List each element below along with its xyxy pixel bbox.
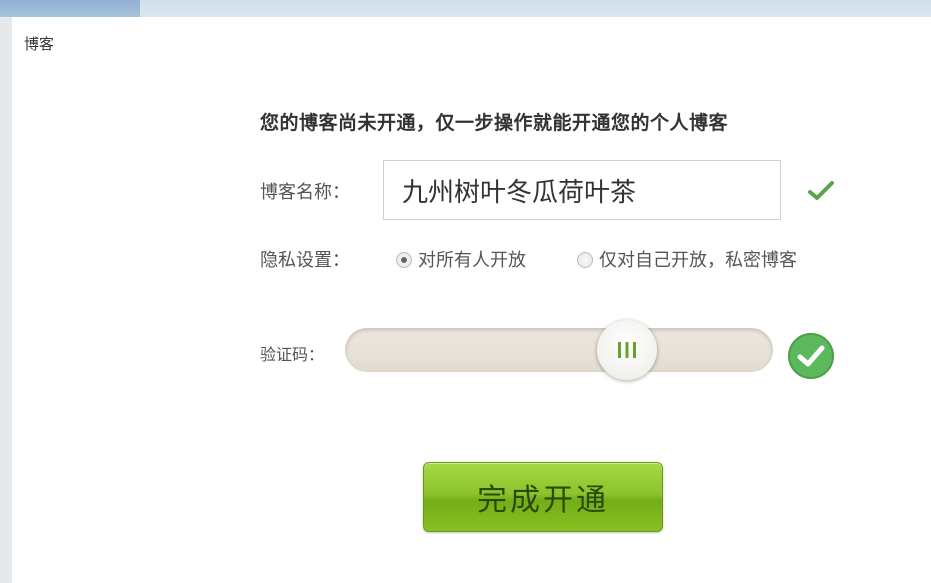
privacy-option-private-label[interactable]: 仅对自己开放，私密博客: [599, 246, 797, 272]
blog-name-input[interactable]: [383, 160, 781, 220]
privacy-radio-private[interactable]: [577, 252, 593, 268]
privacy-option-public-label[interactable]: 对所有人开放: [418, 246, 526, 272]
privacy-label: 隐私设置：: [260, 250, 350, 271]
privacy-radio-public[interactable]: [396, 252, 412, 268]
blog-name-label: 博客名称：: [260, 182, 350, 203]
captcha-slider-track[interactable]: [345, 328, 773, 372]
complete-activation-button[interactable]: 完成开通: [423, 462, 663, 532]
grip-icon: [618, 342, 636, 358]
activation-headline: 您的博客尚未开通，仅一步操作就能开通您的个人博客: [260, 112, 729, 134]
panel-title: 博客: [24, 35, 55, 53]
check-icon: [808, 181, 834, 200]
captcha-label: 验证码：: [260, 345, 325, 364]
captcha-slider-handle[interactable]: [597, 320, 657, 380]
check-circle-icon: [788, 333, 834, 379]
window-top-bar: [0, 0, 931, 17]
window-tab[interactable]: [0, 0, 140, 17]
